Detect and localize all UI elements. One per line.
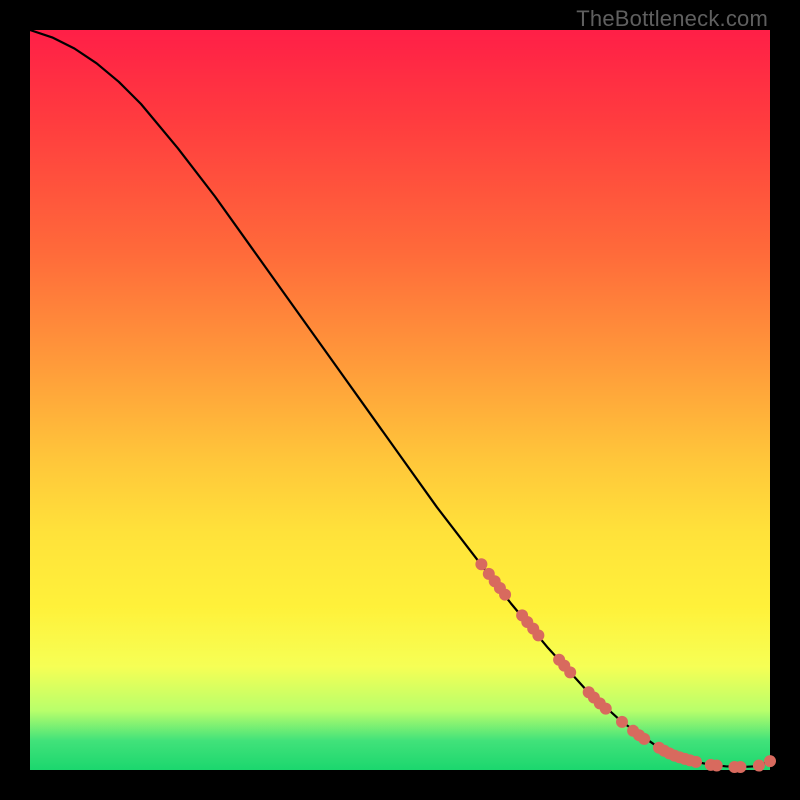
data-marker bbox=[690, 756, 702, 768]
data-marker bbox=[638, 733, 650, 745]
chart-frame: TheBottleneck.com bbox=[0, 0, 800, 800]
data-marker bbox=[600, 703, 612, 715]
marker-group bbox=[475, 558, 776, 773]
plot-area bbox=[30, 30, 770, 770]
data-marker bbox=[564, 666, 576, 678]
curve-line bbox=[30, 30, 770, 767]
data-marker bbox=[475, 558, 487, 570]
data-marker bbox=[711, 760, 723, 772]
data-marker bbox=[753, 760, 765, 772]
data-marker bbox=[499, 589, 511, 601]
data-marker bbox=[764, 755, 776, 767]
data-marker bbox=[616, 716, 628, 728]
data-marker bbox=[734, 761, 746, 773]
watermark-text: TheBottleneck.com bbox=[576, 6, 768, 32]
chart-svg bbox=[30, 30, 770, 770]
data-marker bbox=[532, 629, 544, 641]
